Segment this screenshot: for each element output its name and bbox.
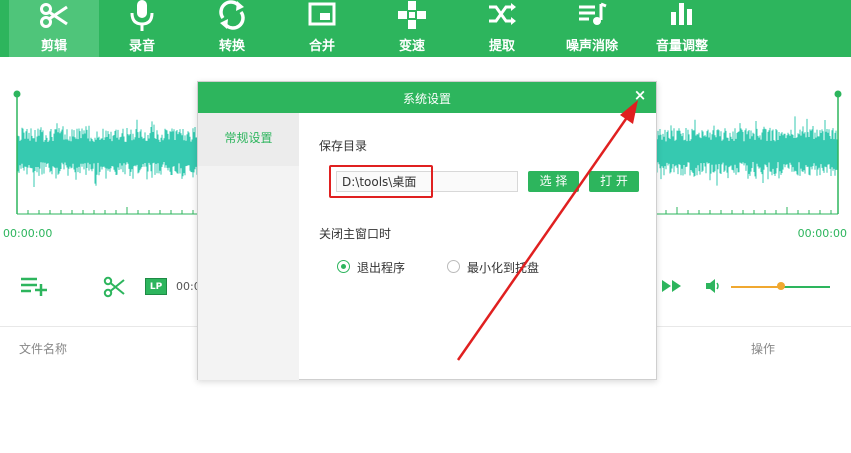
- speed-icon: [367, 0, 457, 34]
- tool-record[interactable]: 录音: [97, 0, 187, 57]
- convert-icon: [187, 0, 277, 34]
- selection-end-handle[interactable]: [834, 90, 842, 98]
- settings-body: 保存目录 选 择 打 开 关闭主窗口时 退出程序 最小化到托盘: [299, 113, 657, 380]
- tool-cut[interactable]: 剪辑: [9, 0, 99, 57]
- volume-slider-fill: [731, 286, 781, 288]
- tool-volume-adjust-label: 音量调整: [655, 39, 708, 54]
- fast-forward-icon: [662, 280, 681, 292]
- tool-cut-label: 剪辑: [40, 39, 67, 54]
- tool-convert-label: 转换: [218, 39, 245, 54]
- scissors-icon: [9, 0, 99, 34]
- tool-extract-label: 提取: [488, 39, 515, 54]
- close-main-window-label: 关闭主窗口时: [319, 227, 392, 241]
- merge-icon: [277, 0, 367, 34]
- noise-removal-icon: [547, 0, 637, 34]
- add-to-list-button[interactable]: [20, 276, 48, 299]
- radio-exit-program-label[interactable]: 退出程序: [357, 259, 405, 276]
- tool-noise-removal[interactable]: 噪声消除: [547, 0, 637, 57]
- extract-icon: [457, 0, 547, 34]
- column-header-file-name: 文件名称: [19, 342, 68, 356]
- dialog-close-button[interactable]: ×: [631, 86, 649, 104]
- selection-start-handle[interactable]: [13, 90, 21, 98]
- radio-minimize-to-tray[interactable]: [447, 260, 460, 273]
- tool-extract[interactable]: 提取: [457, 0, 547, 57]
- loop-play-badge[interactable]: LP: [145, 278, 167, 295]
- tool-merge-label: 合并: [308, 39, 335, 54]
- playlist-add-icon: [21, 277, 47, 296]
- tool-record-label: 录音: [128, 39, 155, 54]
- tool-noise-removal-label: 噪声消除: [565, 39, 618, 54]
- tool-speed-label: 变速: [398, 39, 425, 54]
- annotation-highlight-box: [329, 165, 433, 198]
- settings-dialog: 系统设置 × 常规设置 保存目录 选 择 打 开 关闭主窗口时 退出程序 最小化…: [197, 81, 657, 380]
- dialog-title: 系统设置: [402, 92, 451, 106]
- choose-button[interactable]: 选 择: [528, 171, 579, 192]
- volume-button[interactable]: [706, 279, 722, 296]
- volume-bars-icon: [637, 0, 727, 34]
- settings-sidebar: 常规设置: [198, 113, 299, 380]
- app-window: 剪辑 录音 转换 合并 变速 提取 噪声消除 音量调整 00:00:00 00:…: [0, 0, 851, 453]
- column-header-operations: 操作: [751, 342, 776, 356]
- close-icon: ×: [633, 86, 647, 104]
- dialog-titlebar[interactable]: 系统设置 ×: [198, 82, 656, 113]
- tool-volume-adjust[interactable]: 音量调整: [637, 0, 727, 57]
- scissors-icon: [103, 276, 125, 298]
- volume-slider-knob[interactable]: [776, 282, 785, 290]
- fast-forward-button[interactable]: [662, 280, 682, 295]
- end-time: 00:00:00: [797, 227, 847, 240]
- tool-speed[interactable]: 变速: [367, 0, 457, 57]
- radio-exit-program[interactable]: [337, 260, 350, 273]
- radio-minimize-to-tray-label[interactable]: 最小化到托盘: [467, 259, 539, 276]
- tool-convert[interactable]: 转换: [187, 0, 277, 57]
- sidebar-item-general[interactable]: 常规设置: [198, 113, 299, 166]
- tool-merge[interactable]: 合并: [277, 0, 367, 57]
- save-directory-label: 保存目录: [319, 139, 368, 153]
- sidebar-item-label: 常规设置: [224, 131, 273, 145]
- open-button[interactable]: 打 开: [589, 171, 639, 192]
- microphone-icon: [97, 0, 187, 34]
- volume-slider[interactable]: [731, 282, 830, 290]
- top-toolbar: 剪辑 录音 转换 合并 变速 提取 噪声消除 音量调整: [0, 0, 851, 57]
- start-time: 00:00:00: [3, 227, 53, 240]
- cut-button[interactable]: [103, 276, 125, 301]
- speaker-icon: [706, 279, 719, 293]
